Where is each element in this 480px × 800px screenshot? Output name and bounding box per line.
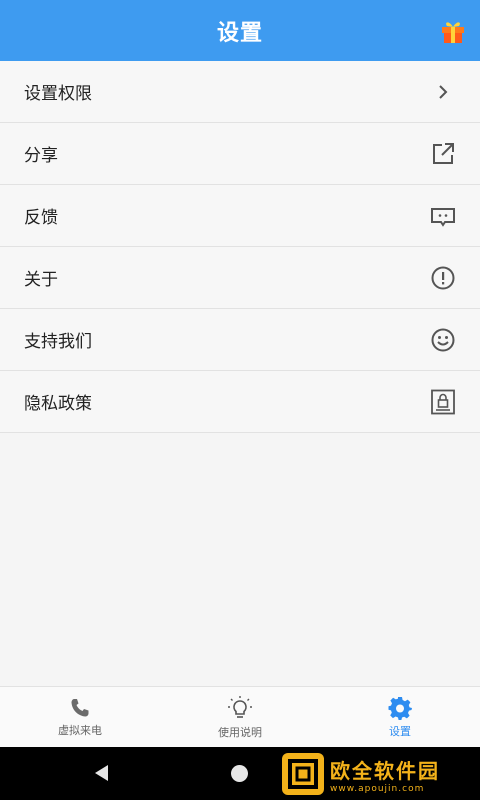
lightbulb-icon <box>228 696 252 718</box>
settings-row-share[interactable]: 分享 <box>0 123 480 185</box>
share-external-icon <box>430 141 456 167</box>
home-icon[interactable] <box>231 765 248 782</box>
tab-instructions[interactable]: 使用说明 <box>160 687 320 748</box>
page-title: 设置 <box>216 20 263 46</box>
row-label: 反馈 <box>24 208 58 228</box>
tab-settings[interactable]: 设置 <box>320 687 480 748</box>
settings-row-permissions[interactable]: 设置权限 <box>0 61 480 123</box>
phone-icon <box>71 699 89 717</box>
tab-label: 虚拟来电 <box>58 724 102 737</box>
settings-row-feedback[interactable]: 反馈 <box>0 185 480 247</box>
tab-virtual-call[interactable]: 虚拟来电 <box>0 687 160 748</box>
row-label: 设置权限 <box>24 84 92 104</box>
bottom-tab-bar: 虚拟来电 使用说明 设置 <box>0 686 480 748</box>
settings-row-about[interactable]: 关于 <box>0 247 480 309</box>
row-label: 支持我们 <box>24 332 92 352</box>
smile-icon <box>430 327 456 353</box>
row-label: 分享 <box>24 146 58 166</box>
tab-label: 使用说明 <box>218 726 262 739</box>
gift-icon[interactable] <box>440 18 466 44</box>
info-circle-icon <box>430 265 456 291</box>
watermark: 欧全软件园 www.apoujin.com <box>282 750 477 798</box>
row-label: 隐私政策 <box>24 394 92 414</box>
tab-label: 设置 <box>389 725 411 738</box>
back-icon[interactable] <box>92 763 110 783</box>
watermark-title: 欧全软件园 <box>330 758 440 783</box>
watermark-logo-icon <box>282 753 324 795</box>
settings-list: 设置权限 分享 反馈 关于 支持我们 隐私政策 <box>0 61 480 433</box>
settings-row-privacy[interactable]: 隐私政策 <box>0 371 480 433</box>
privacy-lock-icon <box>430 389 456 415</box>
app-header: 设置 <box>0 0 480 61</box>
feedback-message-icon <box>430 203 456 229</box>
watermark-url: www.apoujin.com <box>330 783 425 794</box>
watermark-text: 欧全软件园 www.apoujin.com <box>330 755 440 794</box>
settings-row-support[interactable]: 支持我们 <box>0 309 480 371</box>
row-label: 关于 <box>24 270 58 290</box>
chevron-right-icon <box>430 79 456 105</box>
gear-icon <box>388 697 412 720</box>
